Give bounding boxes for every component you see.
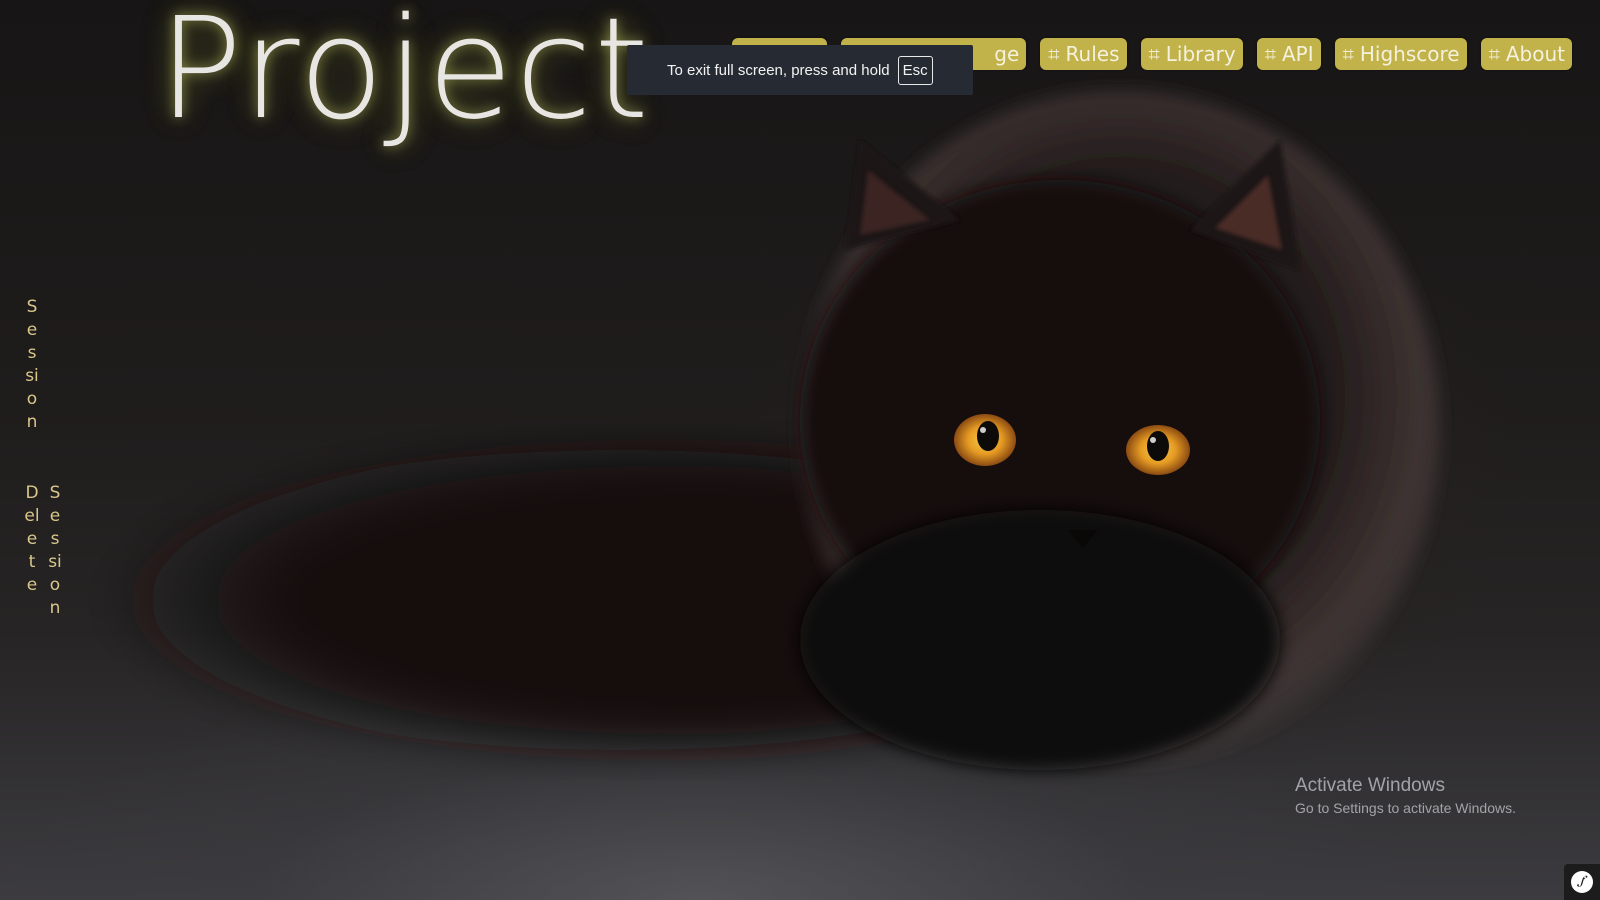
fullscreen-exit-toast: To exit full screen, press and hold Esc (627, 45, 973, 95)
nav-button-library[interactable]: ⌗ Library (1140, 38, 1243, 70)
nav-button-label: Highscore (1359, 42, 1460, 66)
esc-key-hint: Esc (897, 55, 933, 85)
delete-session-link-word-1[interactable]: Delete (24, 482, 40, 597)
delete-session-link-word-2[interactable]: Session (47, 482, 63, 620)
nav-button-label: About (1505, 42, 1565, 66)
windows-activation-watermark: Activate Windows Go to Settings to activ… (1295, 775, 1516, 816)
nav-button-label: Rules (1065, 42, 1120, 66)
nav-button-label: Library (1165, 42, 1236, 66)
symfony-icon (1571, 871, 1593, 893)
nav-button-rules[interactable]: ⌗ Rules (1040, 38, 1127, 70)
nav-button-highscore[interactable]: ⌗ Highscore (1334, 38, 1467, 70)
page: Project ge ⌗ Rules ⌗ Library ⌗ API ⌗ Hig… (0, 0, 1600, 900)
symfony-toolbar-toggle[interactable] (1564, 864, 1600, 900)
hash-icon: ⌗ (1048, 42, 1060, 66)
watermark-title: Activate Windows (1295, 775, 1445, 796)
hash-icon: ⌗ (1148, 42, 1160, 66)
toast-text: To exit full screen, press and hold (667, 61, 890, 79)
session-link[interactable]: Session (24, 296, 40, 434)
nav-button-about[interactable]: ⌗ About (1480, 38, 1572, 70)
hash-icon: ⌗ (1488, 42, 1500, 66)
hash-icon: ⌗ (1342, 42, 1354, 66)
page-title: Project (158, 0, 651, 151)
nav-button-label: API (1281, 42, 1314, 66)
nav-button-api[interactable]: ⌗ API (1256, 38, 1321, 70)
watermark-subtitle: Go to Settings to activate Windows. (1295, 800, 1516, 816)
nav-button-partial-label: ge (994, 42, 1020, 66)
hash-icon: ⌗ (1264, 42, 1276, 66)
